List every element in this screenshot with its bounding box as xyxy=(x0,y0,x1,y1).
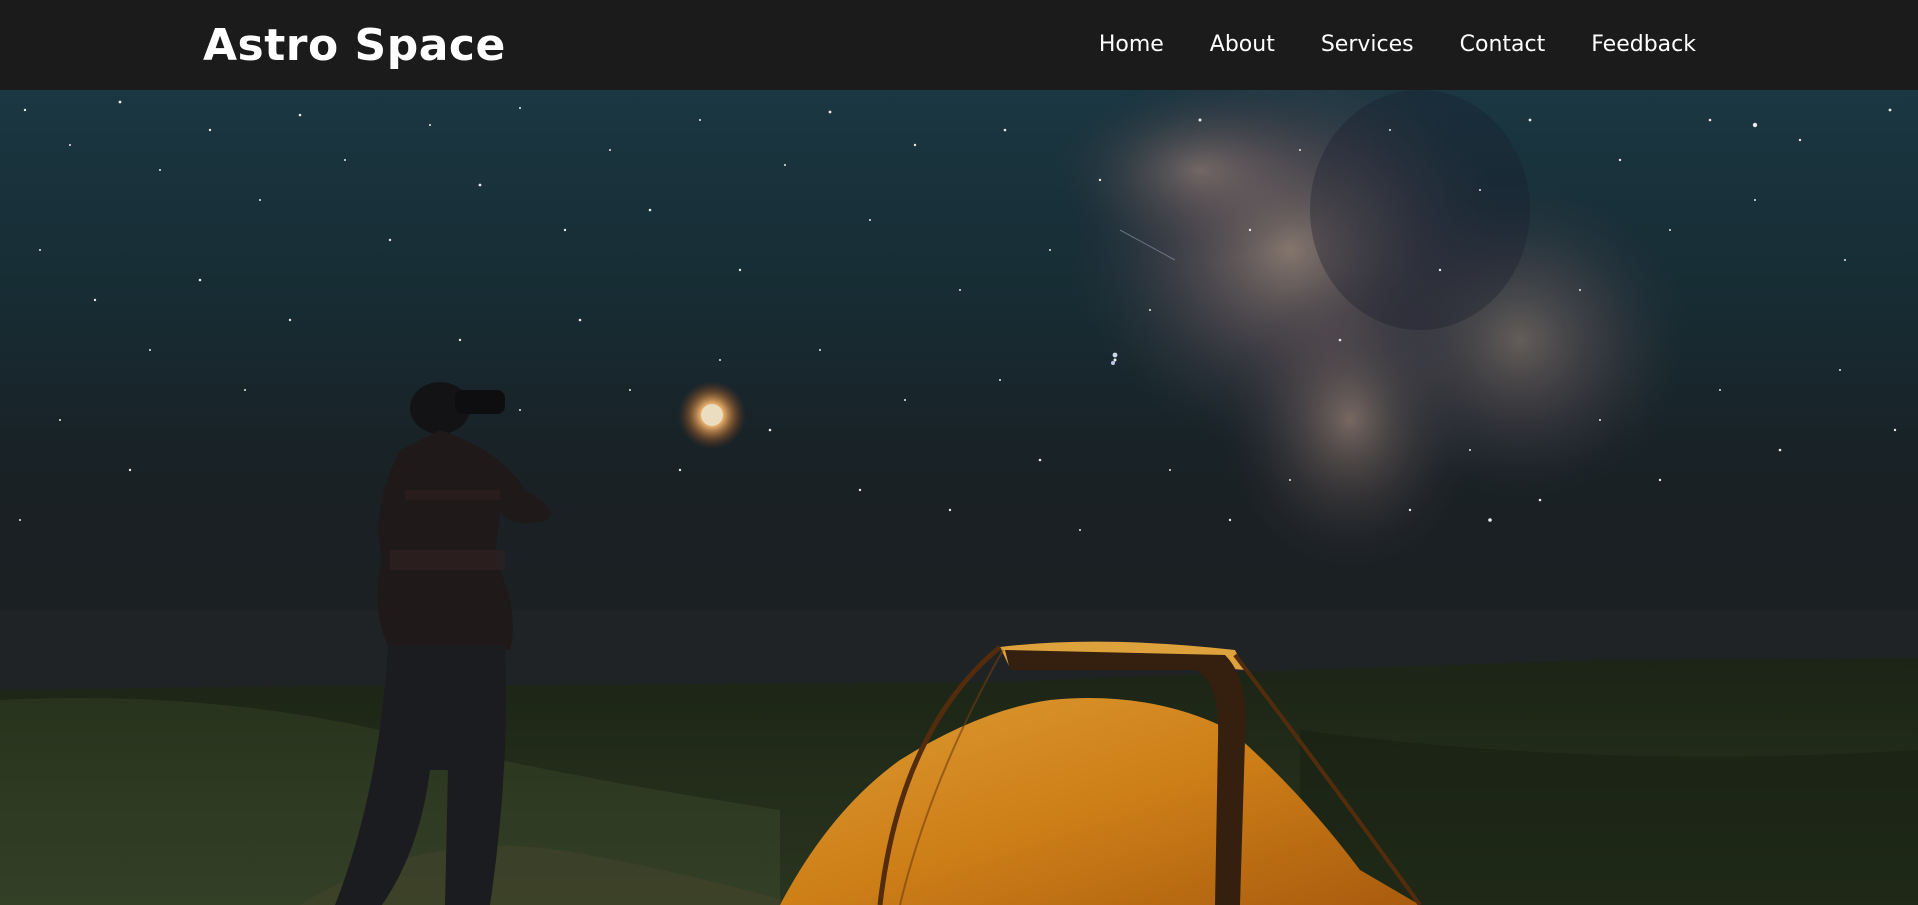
nav-link-contact[interactable]: Contact xyxy=(1460,32,1546,57)
nav-link-feedback[interactable]: Feedback xyxy=(1591,32,1696,57)
nav-item-about: About xyxy=(1164,30,1275,60)
image-overlay xyxy=(0,90,1918,905)
nav-item-contact: Contact xyxy=(1414,30,1546,60)
site-logo[interactable]: Astro Space xyxy=(203,20,506,72)
site-header: Astro Space Home About Services Contact … xyxy=(0,0,1918,90)
nav-link-home[interactable]: Home xyxy=(1099,32,1164,57)
nav-link-about[interactable]: About xyxy=(1210,32,1275,57)
hero-banner xyxy=(0,90,1918,905)
nav-list: Home About Services Contact Feedback xyxy=(1053,30,1696,60)
nav-item-home: Home xyxy=(1053,30,1164,60)
nav-link-services[interactable]: Services xyxy=(1321,32,1414,57)
hero-image xyxy=(0,90,1918,905)
nav-item-feedback: Feedback xyxy=(1545,30,1696,60)
nav-item-services: Services xyxy=(1275,30,1414,60)
